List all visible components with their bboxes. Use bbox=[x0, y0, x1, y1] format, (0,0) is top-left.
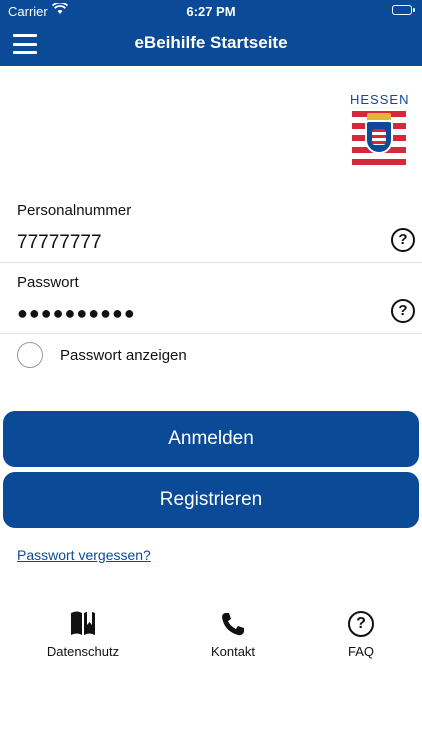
divider bbox=[0, 262, 422, 263]
question-icon: ? bbox=[301, 608, 421, 640]
personal-number-field[interactable]: 77777777 bbox=[17, 232, 102, 254]
faq-link[interactable]: ? FAQ bbox=[301, 608, 421, 659]
personal-number-label: Personalnummer bbox=[17, 202, 132, 219]
forgot-password-link[interactable]: Passwort vergessen? bbox=[17, 547, 151, 563]
divider bbox=[0, 333, 422, 334]
contact-label: Kontakt bbox=[210, 644, 256, 659]
register-button[interactable]: Registrieren bbox=[3, 472, 419, 528]
battery-icon bbox=[392, 5, 415, 15]
status-bar: Carrier 6:27 PM bbox=[0, 0, 422, 22]
privacy-link[interactable]: Datenschutz bbox=[23, 608, 143, 659]
page-title: eBeihilfe Startseite bbox=[134, 33, 288, 52]
password-field[interactable]: ●●●●●●●●●● bbox=[17, 303, 136, 324]
contact-link[interactable]: Kontakt bbox=[173, 608, 293, 659]
top-bar: Carrier 6:27 PM eBeihilfe Startseite bbox=[0, 0, 422, 66]
lion-icon bbox=[372, 129, 386, 145]
shield-icon bbox=[365, 120, 393, 154]
hessen-flag-icon bbox=[352, 111, 406, 165]
privacy-label: Datenschutz bbox=[46, 644, 120, 659]
logo-text: HESSEN bbox=[350, 92, 410, 107]
clock: 6:27 PM bbox=[186, 4, 236, 19]
phone-icon bbox=[173, 608, 293, 640]
show-password-checkbox[interactable] bbox=[17, 342, 43, 368]
login-button[interactable]: Anmelden bbox=[3, 411, 419, 467]
faq-label: FAQ bbox=[347, 644, 374, 659]
personal-number-help-icon[interactable]: ? bbox=[391, 228, 415, 252]
hessen-logo: HESSEN bbox=[350, 92, 408, 165]
password-help-icon[interactable]: ? bbox=[391, 299, 415, 323]
password-label: Passwort bbox=[17, 274, 79, 291]
show-password-label[interactable]: Passwort anzeigen bbox=[60, 347, 187, 364]
book-icon bbox=[23, 608, 143, 640]
